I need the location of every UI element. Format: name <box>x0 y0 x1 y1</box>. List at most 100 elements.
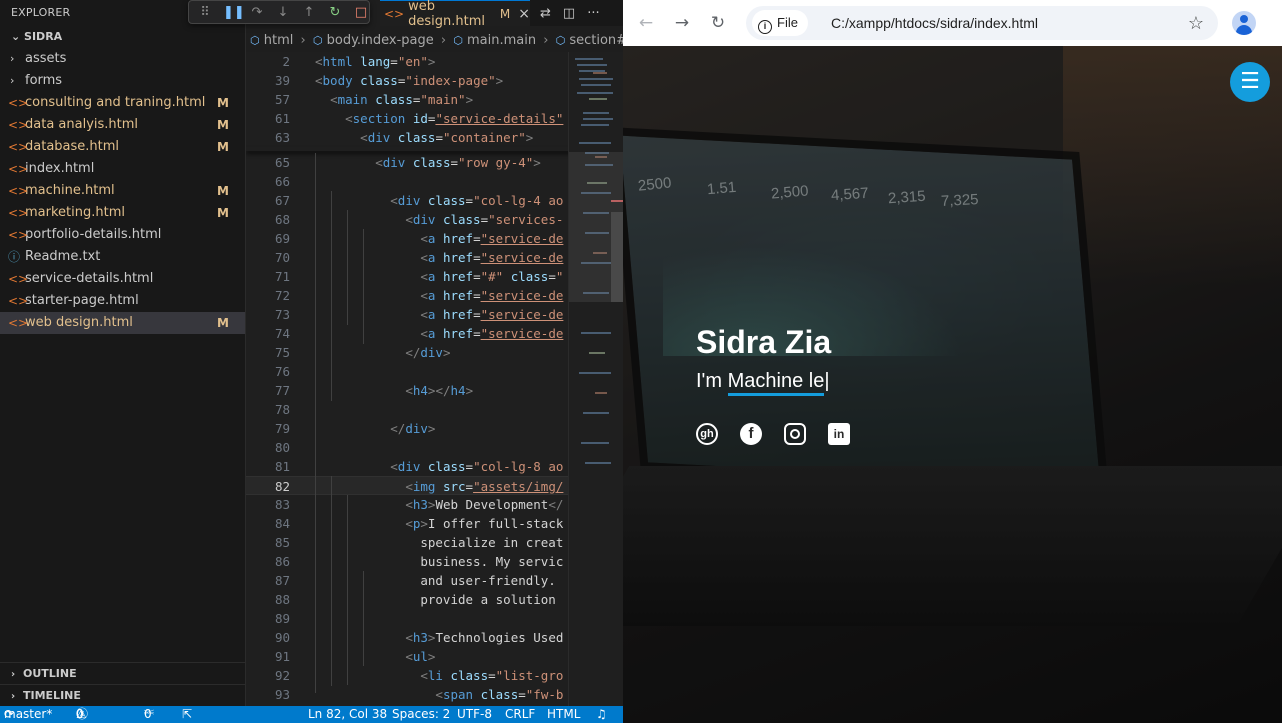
file-item[interactable]: <> starter-page.html <box>0 290 245 312</box>
code-line[interactable]: 83 <h3>Web Development</ <box>246 495 576 514</box>
drag-handle-icon[interactable]: ⠿ <box>197 5 213 20</box>
code-line[interactable]: 91 <ul> <box>246 647 576 666</box>
timeline-section[interactable]: › TIMELINE <box>0 684 246 706</box>
code-editor[interactable]: 2 <html lang="en"> 39 <body class="index-pa… <box>246 52 623 706</box>
site-info-chip[interactable]: i File <box>752 10 808 36</box>
code-line[interactable]: 77 <h4></h4> <box>246 381 576 400</box>
code-line[interactable]: 75 </div> <box>246 343 576 362</box>
code-line[interactable]: 87 and user-friendly. <box>246 571 576 590</box>
file-item[interactable]: <> web design.html M <box>0 312 245 334</box>
code-line[interactable]: 81 <div class="col-lg-8 ao <box>246 457 576 476</box>
code-text: <ul> <box>405 649 436 664</box>
url-text[interactable]: C:/xampp/htdocs/sidra/index.html <box>831 6 1038 40</box>
code-text: <section id="service-details" <box>345 111 564 126</box>
code-line[interactable]: 79 </div> <box>246 419 576 438</box>
breadcrumb-item[interactable]: html <box>264 33 294 48</box>
file-item[interactable]: <> portfolio-details.html <box>0 224 245 246</box>
stop-icon[interactable]: □ <box>353 5 369 20</box>
code-line[interactable]: 66 <box>246 172 576 191</box>
address-bar[interactable]: i File C:/xampp/htdocs/sidra/index.html ☆ <box>746 6 1218 40</box>
minimap[interactable] <box>568 52 624 706</box>
code-line[interactable]: 69 <a href="service-de <box>246 229 576 248</box>
code-line[interactable]: 93 <span class="fw-b <box>246 685 576 704</box>
linkedin-icon[interactable]: in <box>828 423 850 445</box>
indentation-status[interactable]: Spaces: 2 <box>392 706 450 723</box>
indent-guide <box>315 153 316 693</box>
sticky-scroll-line[interactable]: 2 <html lang="en"> <box>246 52 576 71</box>
facebook-icon[interactable]: f <box>740 423 762 445</box>
code-line[interactable]: 73 <a href="service-de <box>246 305 576 324</box>
file-item[interactable]: ⓘ Readme.txt <box>0 246 245 268</box>
outline-section[interactable]: › OUTLINE <box>0 662 246 684</box>
code-line[interactable]: 92 <li class="list-gro <box>246 666 576 685</box>
sticky-scroll-line[interactable]: 57 <main class="main"> <box>246 90 576 109</box>
sticky-scroll-line[interactable]: 39 <body class="index-page"> <box>246 71 576 90</box>
forward-icon[interactable]: → <box>671 12 693 34</box>
eol-status[interactable]: CRLF <box>505 706 535 723</box>
code-text: <a href="service-de <box>420 288 564 303</box>
sticky-scroll-line[interactable]: 63 <div class="container"> <box>246 128 576 147</box>
more-icon[interactable]: ··· <box>587 6 599 21</box>
back-icon[interactable]: ← <box>635 12 657 34</box>
code-line[interactable]: 76 <box>246 362 576 381</box>
code-line[interactable]: 78 <box>246 400 576 419</box>
github-icon[interactable]: gh <box>696 423 718 445</box>
file-item[interactable]: <> marketing.html M <box>0 202 245 224</box>
folder-item[interactable]: › forms <box>0 70 245 92</box>
code-line[interactable]: 72 <a href="service-de <box>246 286 576 305</box>
code-line[interactable]: 67 <div class="col-lg-4 ao <box>246 191 576 210</box>
code-line[interactable]: 80 <box>246 438 576 457</box>
file-item[interactable]: <> machine.html M <box>0 180 245 202</box>
code-line[interactable]: 89 <box>246 609 576 628</box>
code-line[interactable]: 85 specialize in creat <box>246 533 576 552</box>
line-number: 82 <box>274 479 290 494</box>
step-over-icon[interactable]: ↷ <box>249 5 265 20</box>
file-item[interactable]: <> database.html M <box>0 136 245 158</box>
tab-web-design[interactable]: <> web design.html M × <box>380 0 530 29</box>
instagram-icon[interactable] <box>784 423 806 445</box>
line-number: 89 <box>274 611 290 626</box>
line-number: 69 <box>274 231 290 246</box>
bell-icon[interactable]: ♫ <box>596 706 607 723</box>
compare-icon[interactable]: ⇄ <box>540 6 551 21</box>
code-line[interactable]: 90 <h3>Technologies Used <box>246 628 576 647</box>
code-line[interactable]: 74 <a href="service-de <box>246 324 576 343</box>
code-text: <img src="assets/img/ <box>405 479 564 494</box>
split-editor-icon[interactable]: ◫ <box>563 6 575 21</box>
file-item[interactable]: <> service-details.html <box>0 268 245 290</box>
code-line[interactable]: 86 business. My servic <box>246 552 576 571</box>
sticky-scroll-line[interactable]: 61 <section id="service-details" <box>246 109 576 128</box>
file-item[interactable]: <> data analyis.html M <box>0 114 245 136</box>
code-line[interactable]: 71 <a href="#" class=" <box>246 267 576 286</box>
step-out-icon[interactable]: ↑ <box>301 5 317 20</box>
profile-avatar-icon[interactable] <box>1232 11 1256 35</box>
chevron-right-icon: › <box>11 691 16 702</box>
cursor-position[interactable]: Ln 82, Col 38 <box>308 706 387 723</box>
file-label: web design.html <box>25 315 133 330</box>
restart-icon[interactable]: ↻ <box>327 5 343 20</box>
close-icon[interactable]: × <box>518 6 530 22</box>
project-folder-sidra[interactable]: ⌄ SIDRA <box>0 26 245 48</box>
bookmark-star-icon[interactable]: ☆ <box>1188 6 1204 40</box>
live-share-icon[interactable]: ⇱ <box>182 706 192 723</box>
mobile-menu-button[interactable]: ☰ <box>1230 62 1270 102</box>
code-text: <h4></h4> <box>405 383 474 398</box>
breadcrumb-item[interactable]: section#sen <box>569 33 623 48</box>
file-item[interactable]: <> index.html <box>0 158 245 180</box>
encoding-status[interactable]: UTF-8 <box>457 706 492 723</box>
code-line[interactable]: 84 <p>I offer full-stack <box>246 514 576 533</box>
code-line[interactable]: 68 <div class="services- <box>246 210 576 229</box>
breadcrumb-item[interactable]: body.index-page <box>327 33 434 48</box>
file-item[interactable]: <> consulting and traning.html M <box>0 92 245 114</box>
step-into-icon[interactable]: ↓ <box>275 5 291 20</box>
folder-item[interactable]: › assets <box>0 48 245 70</box>
code-line[interactable]: 82 <img src="assets/img/ <box>246 476 576 495</box>
code-line[interactable]: 88 provide a solution <box>246 590 576 609</box>
reload-icon[interactable]: ↻ <box>707 12 729 34</box>
language-mode[interactable]: HTML <box>547 706 580 723</box>
breadcrumb-item[interactable]: main.main <box>467 33 536 48</box>
code-line[interactable]: 65 <div class="row gy-4"> <box>246 153 576 172</box>
html-file-icon: <> <box>8 206 29 220</box>
code-line[interactable]: 70 <a href="service-de <box>246 248 576 267</box>
pause-icon[interactable]: ❚❚ <box>223 5 245 20</box>
